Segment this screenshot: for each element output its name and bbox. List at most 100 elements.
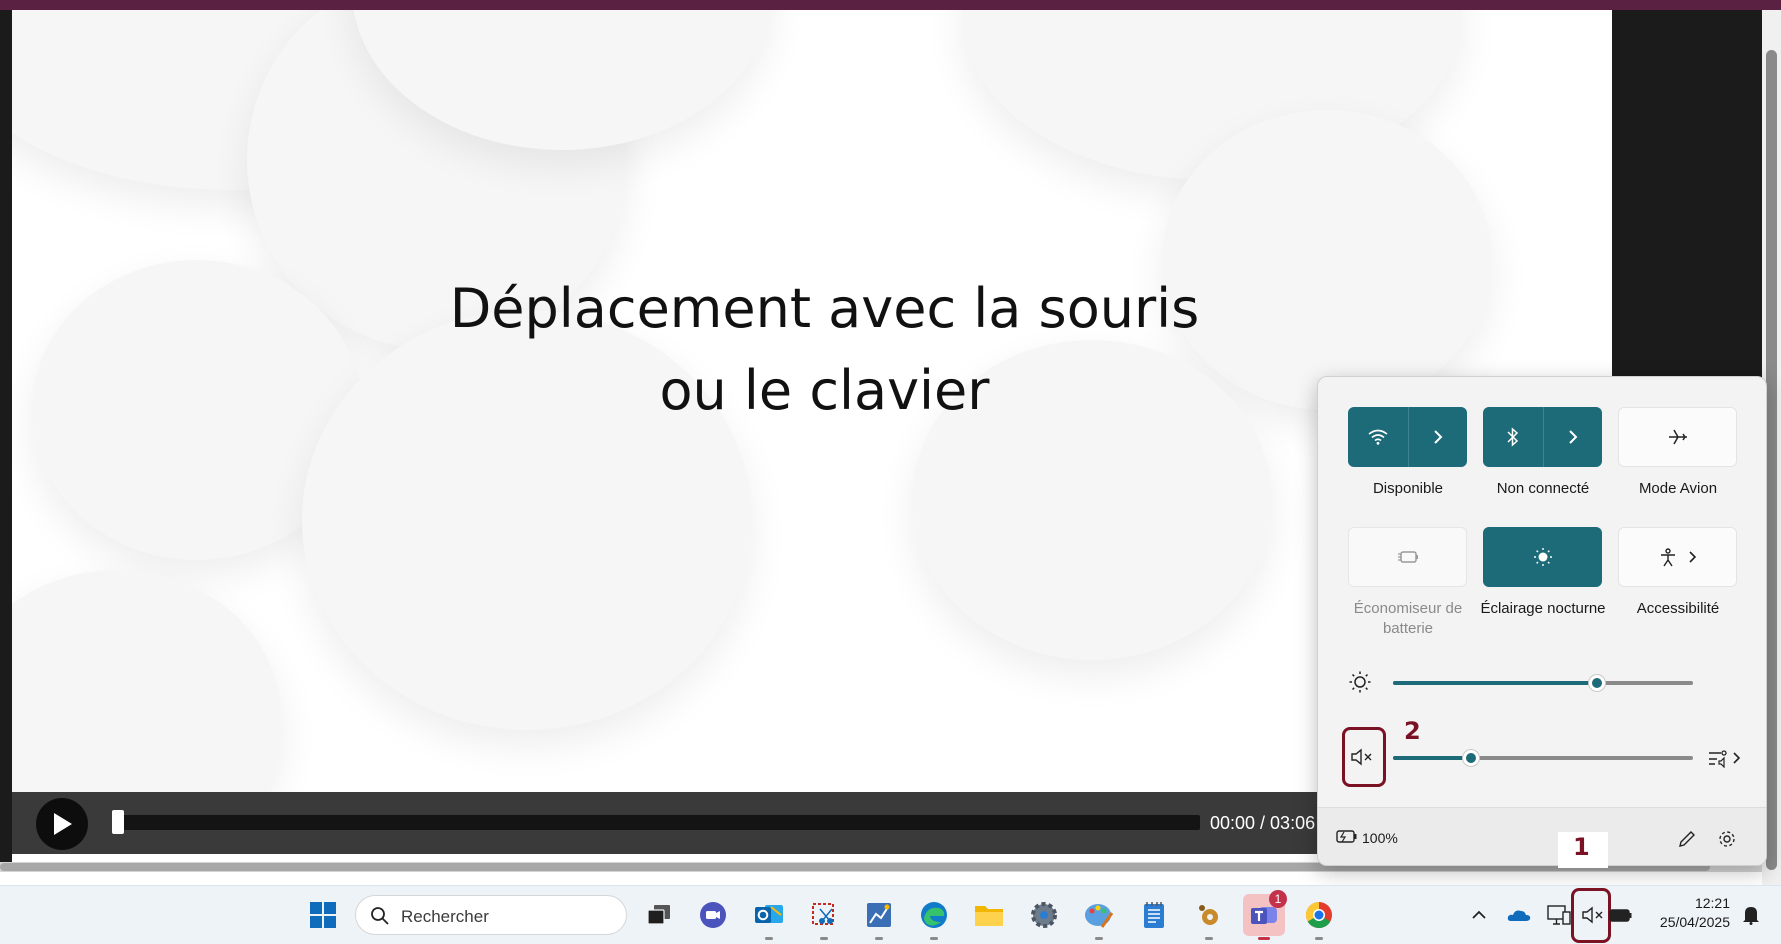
taskbar: Rechercher 1 12:21 25/04/2025 [0, 885, 1781, 944]
airplane-mode-label: Mode Avion [1638, 480, 1718, 497]
night-light-tile[interactable] [1483, 527, 1602, 587]
windows-start-icon [310, 902, 336, 928]
airplane-mode-toggle[interactable] [1619, 408, 1736, 466]
task-view-button[interactable] [638, 894, 680, 936]
accessibility-toggle[interactable] [1619, 528, 1736, 586]
play-button[interactable] [36, 798, 88, 850]
teams-button[interactable]: 1 [1243, 890, 1287, 940]
bluetooth-tile[interactable] [1483, 407, 1602, 467]
slide-title-line-1: Déplacement avec la souris [449, 277, 1200, 340]
battery-saver-toggle[interactable] [1349, 528, 1466, 586]
wifi-icon [1368, 429, 1387, 445]
brightness-slider-fill [1393, 681, 1597, 685]
accessibility-label: Accessibilité [1636, 600, 1720, 617]
edge-button[interactable] [913, 894, 955, 940]
background-cloud [12, 570, 282, 792]
meet-now-icon [700, 902, 726, 928]
settings-app-button[interactable] [1023, 894, 1065, 936]
audio-output-button[interactable] [1708, 745, 1748, 771]
airplane-icon [1668, 429, 1687, 445]
volume-slider-thumb[interactable] [1463, 750, 1479, 766]
running-indicator [930, 937, 938, 940]
edit-quick-settings-button[interactable] [1674, 826, 1700, 852]
bell-icon [1743, 907, 1759, 925]
brightness-slider[interactable] [1393, 675, 1693, 691]
battery-saver-icon [1397, 551, 1418, 563]
taskbar-search[interactable]: Rechercher [355, 895, 627, 935]
meet-now-button[interactable] [692, 894, 734, 936]
vertical-scrollbar-thumb[interactable] [1766, 50, 1777, 870]
running-indicator [765, 937, 773, 940]
callout-number-1: 1 [1573, 833, 1590, 861]
play-icon [54, 813, 72, 835]
settings-button[interactable] [1714, 826, 1740, 852]
wifi-label: Disponible [1372, 480, 1444, 497]
airplane-mode-tile[interactable] [1618, 407, 1737, 467]
paint-button[interactable] [1078, 894, 1120, 940]
show-hidden-icons-button[interactable] [1466, 894, 1492, 936]
bluetooth-toggle[interactable] [1483, 407, 1542, 467]
battery-saver-label: Économiseur de batterie [1353, 600, 1463, 637]
screen: Déplacement avec la souris ou le clavier… [0, 0, 1781, 944]
chevron-up-icon [1472, 910, 1486, 919]
running-indicator [875, 937, 883, 940]
notifications-button[interactable] [1736, 894, 1766, 936]
running-indicator [1205, 937, 1213, 940]
clock-date: 25/04/2025 [1659, 914, 1730, 930]
wifi-toggle[interactable] [1348, 407, 1407, 467]
battery-icon [1609, 909, 1632, 922]
running-indicator [1315, 937, 1323, 940]
slide-title: Déplacement avec la souris ou le clavier [312, 268, 1337, 432]
chevron-right-icon [1733, 752, 1741, 764]
battery-saver-tile[interactable] [1348, 527, 1467, 587]
notepad-icon [1144, 902, 1164, 928]
wifi-expand[interactable] [1408, 407, 1467, 467]
callout-box-1 [1571, 888, 1611, 943]
audio-output-icon [1709, 750, 1727, 768]
file-explorer-icon [975, 906, 1003, 926]
battery-percentage: 100% [1362, 830, 1398, 846]
quick-settings-footer: 100% [1318, 807, 1766, 865]
night-light-toggle[interactable] [1483, 527, 1602, 587]
gear-icon [1719, 831, 1735, 847]
chrome-button[interactable] [1298, 894, 1340, 940]
clock[interactable]: 12:21 25/04/2025 [1640, 894, 1730, 932]
custom-app-icon [1199, 905, 1218, 925]
outlook-button[interactable] [748, 894, 790, 940]
start-button[interactable] [302, 894, 344, 936]
wifi-tile[interactable] [1348, 407, 1467, 467]
callout-number-2: 2 [1404, 717, 1421, 745]
pencil-icon [1679, 831, 1695, 847]
notepad-button[interactable] [1133, 894, 1175, 936]
snipping-tool-icon [812, 903, 834, 925]
volume-slider[interactable] [1393, 750, 1693, 766]
bluetooth-expand[interactable] [1543, 407, 1602, 467]
file-explorer-button[interactable] [968, 894, 1010, 936]
volume-slider-fill [1393, 756, 1471, 760]
network-button[interactable] [1544, 894, 1574, 936]
clock-time: 12:21 [1694, 895, 1730, 911]
callout-box-2 [1342, 727, 1386, 787]
paint-chart-icon [867, 903, 891, 927]
chrome-icon [1305, 901, 1332, 929]
chevron-right-icon [1569, 430, 1578, 444]
quick-settings-panel: Disponible Non connecté Mode Avion Écono… [1317, 376, 1767, 866]
brightness-icon [1349, 671, 1371, 693]
night-light-label: Éclairage nocturne [1480, 600, 1606, 617]
chevron-right-icon [1434, 430, 1443, 444]
video-progress-bar[interactable] [112, 815, 1200, 830]
bluetooth-label: Non connecté [1496, 480, 1590, 497]
night-light-icon [1533, 548, 1552, 566]
brightness-slider-thumb[interactable] [1589, 675, 1605, 691]
accessibility-tile[interactable] [1618, 527, 1737, 587]
edge-icon [921, 902, 947, 928]
snipping-tool-button[interactable] [803, 894, 845, 940]
custom-app-button[interactable] [1188, 894, 1230, 940]
video-progress-handle[interactable] [112, 810, 124, 834]
onedrive-button[interactable] [1504, 894, 1534, 936]
paint-icon [1085, 904, 1114, 928]
notification-badge: 1 [1269, 890, 1287, 908]
chart-app-button[interactable] [858, 894, 900, 940]
battery-tray-button[interactable] [1606, 894, 1636, 936]
onedrive-icon [1507, 910, 1531, 921]
